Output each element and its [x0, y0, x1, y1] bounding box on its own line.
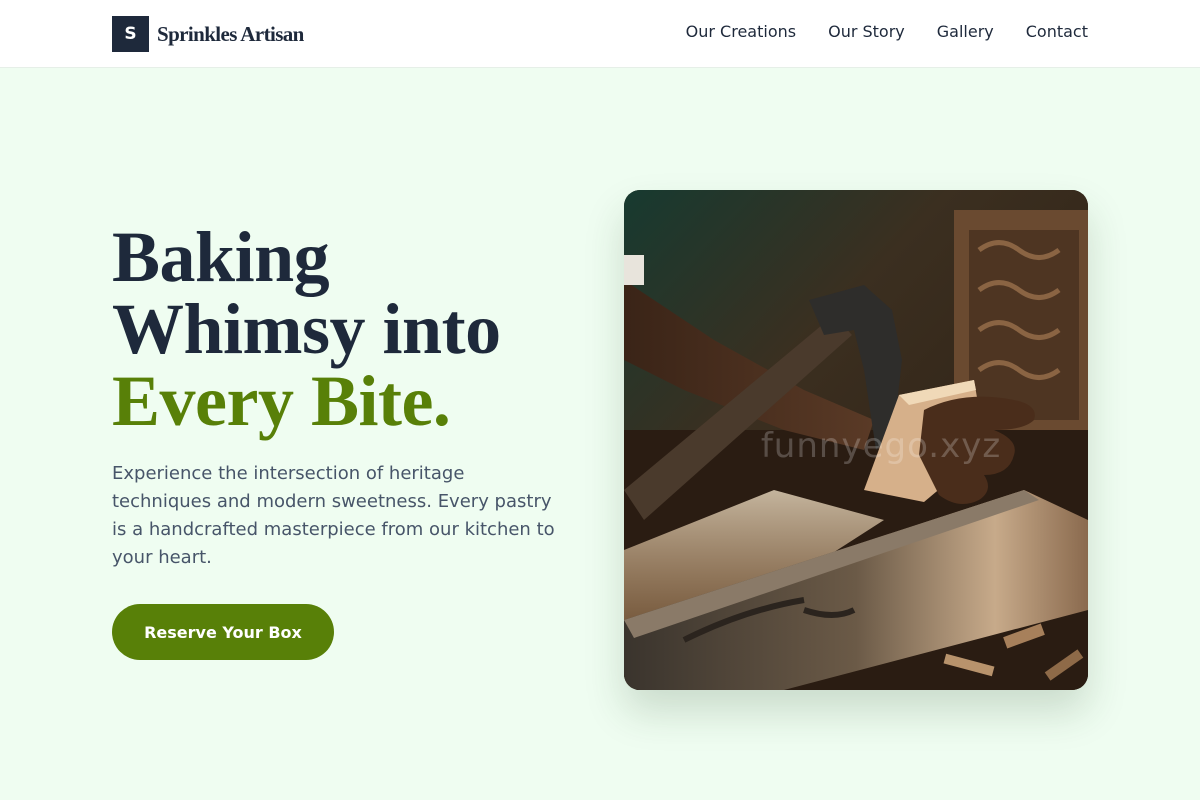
- hero-title-line-1: Baking: [112, 217, 330, 297]
- brand-logo[interactable]: S Sprinkles Artisan: [112, 16, 304, 52]
- hero-title: Baking Whimsy into Every Bite.: [112, 221, 501, 437]
- nav-gallery[interactable]: Gallery: [937, 22, 994, 42]
- hero-image: funnyego.xyz: [624, 190, 1088, 690]
- main-nav: Our Creations Our Story Gallery Contact: [686, 22, 1088, 42]
- site-header: S Sprinkles Artisan Our Creations Our St…: [0, 0, 1200, 68]
- hero-description: Experience the intersection of heritage …: [112, 463, 555, 568]
- image-watermark: funnyego.xyz: [760, 426, 1002, 466]
- nav-our-story[interactable]: Our Story: [828, 22, 905, 42]
- hero-title-line-2: Whimsy into: [112, 289, 501, 369]
- logo-mark: S: [112, 16, 149, 52]
- nav-contact[interactable]: Contact: [1026, 22, 1088, 42]
- nav-our-creations[interactable]: Our Creations: [686, 22, 796, 42]
- reserve-box-button[interactable]: Reserve Your Box: [112, 604, 334, 660]
- brand-name: Sprinkles Artisan: [157, 21, 304, 46]
- hero-title-accent: Every Bite.: [112, 361, 451, 441]
